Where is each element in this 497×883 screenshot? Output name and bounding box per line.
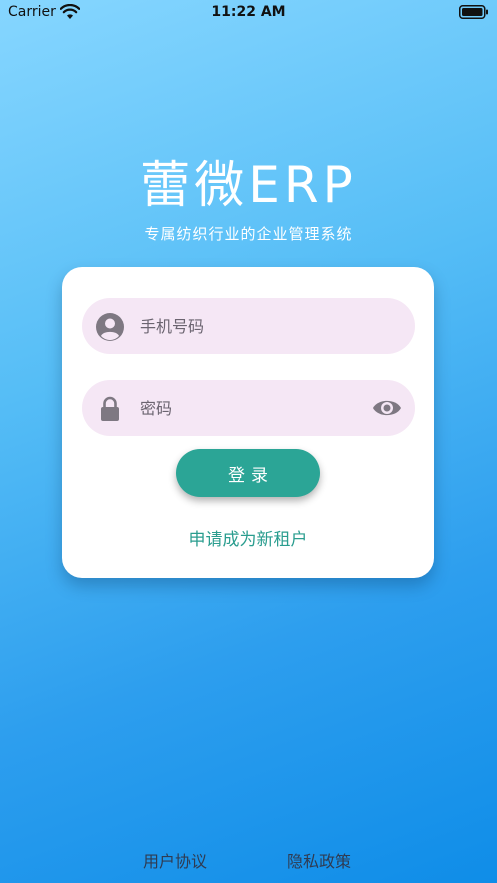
phone-input[interactable] [140, 298, 360, 354]
user-agreement-link[interactable]: 用户协议 [143, 848, 207, 872]
login-card: 登录 申请成为新租户 [62, 267, 434, 578]
status-bar: Carrier 11:22 AM [0, 0, 497, 26]
privacy-policy-link[interactable]: 隐私政策 [287, 848, 351, 872]
phone-field[interactable] [82, 298, 415, 354]
eye-icon[interactable] [372, 396, 402, 420]
lock-icon [101, 396, 119, 421]
clock: 11:22 AM [211, 4, 286, 20]
app-subtitle: 专属纺织行业的企业管理系统 [144, 225, 353, 243]
password-input[interactable] [140, 380, 360, 436]
app-title: 蕾微ERP [140, 156, 357, 214]
user-avatar-icon [96, 313, 124, 341]
battery-icon [459, 5, 488, 19]
login-button[interactable]: 登录 [176, 449, 320, 497]
password-field[interactable] [82, 380, 415, 436]
apply-tenant-link[interactable]: 申请成为新租户 [62, 525, 434, 550]
